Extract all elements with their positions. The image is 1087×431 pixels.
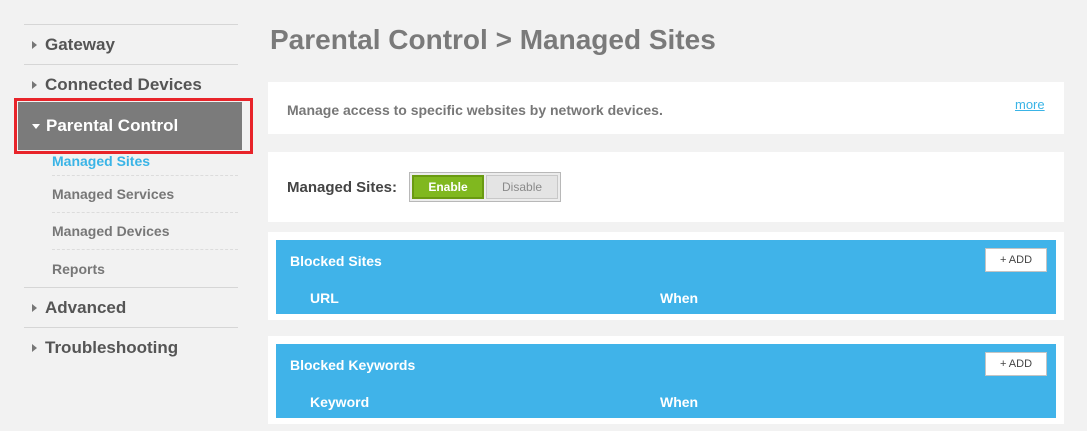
sidebar-item-label: Gateway bbox=[45, 34, 115, 54]
sidebar-active-section: Parental Control bbox=[14, 98, 253, 156]
sidebar-subitem-reports[interactable]: Reports bbox=[52, 250, 238, 287]
add-blocked-keyword-button[interactable]: + ADD bbox=[985, 352, 1047, 376]
blocked-sites-card: Blocked Sites + ADD URL When bbox=[268, 232, 1064, 320]
page-title: Parental Control > Managed Sites bbox=[270, 24, 716, 55]
disable-button[interactable]: Disable bbox=[486, 175, 559, 199]
managed-sites-label: Managed Sites: bbox=[287, 178, 398, 196]
column-header-when: When bbox=[660, 290, 699, 306]
sidebar-item-advanced[interactable]: Advanced bbox=[24, 287, 238, 327]
description-text: Manage access to specific websites by ne… bbox=[287, 102, 663, 118]
sidebar-item-gateway[interactable]: Gateway bbox=[24, 24, 238, 64]
sidebar-subitem-managed-services[interactable]: Managed Services bbox=[52, 176, 238, 213]
blocked-keywords-card: Blocked Keywords + ADD Keyword When bbox=[268, 336, 1064, 424]
sidebar-nav: Gateway Connected Devices Parental Contr… bbox=[14, 24, 253, 367]
description-card: Manage access to specific websites by ne… bbox=[268, 82, 1064, 134]
chevron-right-icon bbox=[32, 40, 37, 49]
column-header-keyword: Keyword bbox=[310, 394, 370, 410]
managed-sites-toggle: Enable Disable bbox=[409, 172, 562, 202]
blocked-sites-panel: Blocked Sites + ADD URL When bbox=[276, 240, 1056, 314]
sidebar-item-troubleshooting[interactable]: Troubleshooting bbox=[24, 327, 238, 367]
blocked-keywords-title: Blocked Keywords bbox=[290, 357, 416, 373]
add-blocked-site-button[interactable]: + ADD bbox=[985, 248, 1047, 272]
sidebar-item-parental-control[interactable]: Parental Control bbox=[18, 102, 242, 150]
sidebar-item-label: Connected Devices bbox=[45, 74, 202, 94]
sidebar-subnav: Managed Sites Managed Services Managed D… bbox=[24, 146, 238, 287]
sidebar-item-label: Parental Control bbox=[46, 116, 179, 135]
sidebar-item-label: Advanced bbox=[45, 297, 127, 317]
sidebar-item-label: Troubleshooting bbox=[45, 337, 179, 357]
sidebar-subitem-managed-devices[interactable]: Managed Devices bbox=[52, 213, 238, 250]
managed-sites-card: Managed Sites: Enable Disable bbox=[268, 152, 1064, 222]
blocked-keywords-panel: Blocked Keywords + ADD Keyword When bbox=[276, 344, 1056, 418]
chevron-right-icon bbox=[32, 343, 37, 352]
chevron-right-icon bbox=[32, 303, 37, 312]
chevron-right-icon bbox=[32, 80, 37, 89]
column-header-when: When bbox=[660, 394, 699, 410]
enable-button[interactable]: Enable bbox=[412, 175, 485, 199]
chevron-down-icon bbox=[32, 123, 40, 129]
more-link[interactable]: more bbox=[1015, 97, 1045, 112]
blocked-sites-title: Blocked Sites bbox=[290, 253, 382, 269]
column-header-url: URL bbox=[310, 290, 339, 306]
